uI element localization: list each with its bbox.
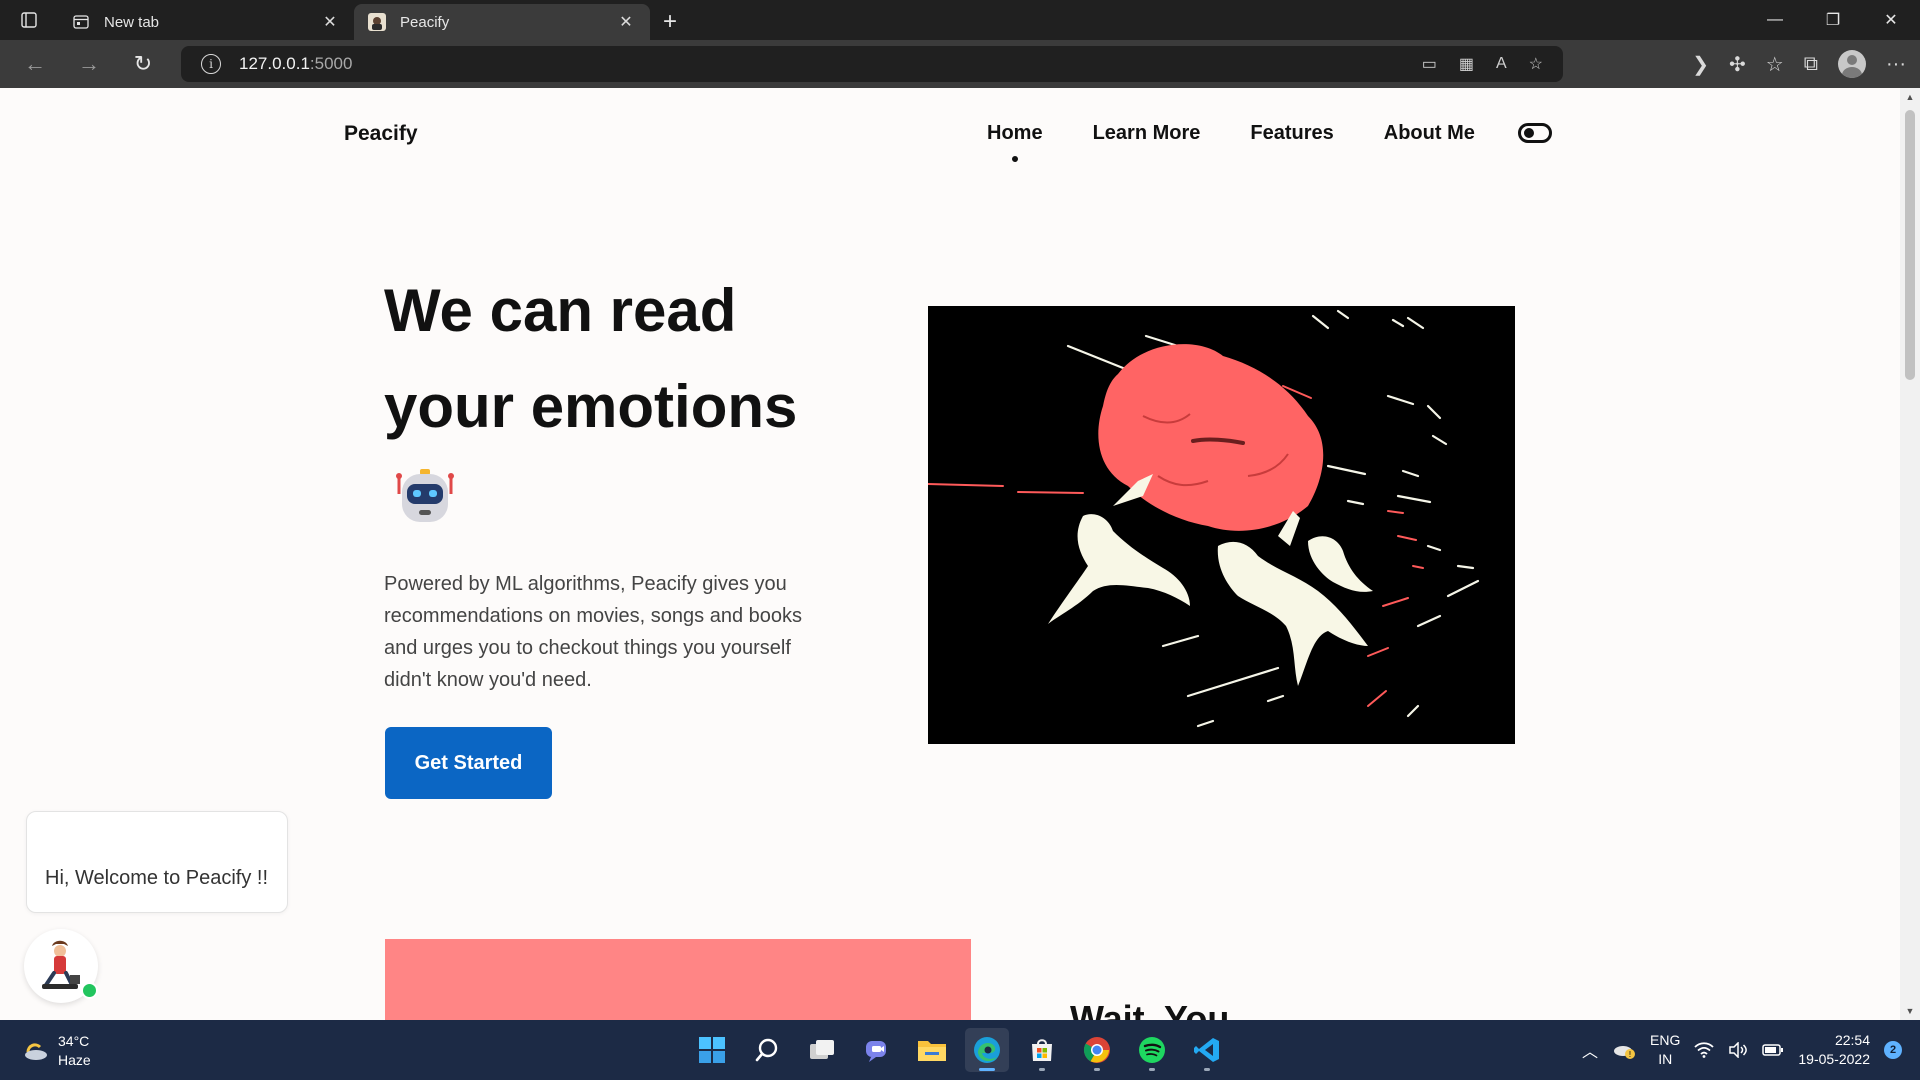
running-indicator: [1204, 1068, 1210, 1071]
window-controls: — ❐ ✕: [1746, 0, 1920, 40]
nav-home[interactable]: Home: [987, 122, 1043, 145]
wifi-icon[interactable]: [1694, 1042, 1715, 1058]
tab-title: New tab: [104, 13, 160, 31]
close-tab-icon[interactable]: ✕: [616, 12, 636, 32]
haze-weather-icon: [25, 1043, 47, 1060]
language-code: ENG: [1650, 1032, 1681, 1048]
more-options-icon[interactable]: ···: [1886, 53, 1906, 76]
chrome-icon[interactable]: [1075, 1028, 1119, 1072]
hero-title: We can read your emotions: [384, 277, 798, 440]
microsoft-store-icon[interactable]: [1020, 1028, 1064, 1072]
online-status-dot: [81, 982, 98, 999]
qr-code-icon[interactable]: ▦: [1459, 54, 1474, 74]
new-tab-button[interactable]: +: [650, 4, 690, 40]
browser-toolbar: ← → ↻ i 127.0.0.1:5000 ▭ ▦ A ☆ ❯ ✣ ☆ ⧉ ·…: [0, 40, 1920, 88]
scroll-up-icon[interactable]: ▲: [1900, 92, 1920, 102]
file-explorer-icon[interactable]: [910, 1028, 954, 1072]
weather-widget[interactable]: 34°C Haze: [22, 1032, 91, 1070]
show-hidden-icons-icon[interactable]: ︿: [1582, 1038, 1598, 1062]
get-started-button[interactable]: Get Started: [385, 727, 552, 799]
url-host: 127.0.0.1: [239, 54, 310, 73]
vertical-tabs-icon[interactable]: [0, 0, 58, 40]
feature-image-block: [385, 939, 971, 1020]
minimize-icon[interactable]: —: [1746, 0, 1804, 40]
page-scrollbar[interactable]: ▲ ▼: [1900, 88, 1920, 1020]
back-icon[interactable]: ←: [8, 44, 62, 84]
chat-welcome-text: Hi, Welcome to Peacify !!: [45, 867, 269, 889]
search-icon[interactable]: [745, 1028, 789, 1072]
teams-chat-icon[interactable]: [855, 1028, 899, 1072]
read-aloud-icon[interactable]: A: [1496, 55, 1507, 73]
scrollbar-thumb[interactable]: [1905, 110, 1915, 380]
vscode-icon[interactable]: [1185, 1028, 1229, 1072]
close-window-icon[interactable]: ✕: [1862, 0, 1920, 40]
active-indicator: [979, 1068, 995, 1071]
web-page: Peacify Home Learn More Features About M…: [0, 88, 1900, 1020]
onedrive-icon[interactable]: !: [1612, 1040, 1636, 1060]
start-icon[interactable]: [690, 1028, 734, 1072]
site-nav: Home Learn More Features About Me: [987, 122, 1525, 145]
add-favorite-icon[interactable]: ☆: [1529, 54, 1543, 74]
windows-taskbar: 34°C Haze ︿ ! ENG IN 22:54 19-05-2022 2: [0, 1020, 1920, 1080]
scroll-down-icon[interactable]: ▼: [1900, 1006, 1920, 1016]
clock[interactable]: 22:54 19-05-2022: [1798, 1031, 1870, 1069]
running-indicator: [1094, 1068, 1100, 1071]
app-available-icon[interactable]: ▭: [1422, 54, 1437, 74]
running-indicator: [1039, 1068, 1045, 1071]
nav-learn-more[interactable]: Learn More: [1093, 122, 1201, 145]
chevron-right-icon[interactable]: ❯: [1692, 52, 1709, 77]
nav-about-me[interactable]: About Me: [1384, 122, 1475, 145]
svg-text:!: !: [1628, 1050, 1631, 1059]
tab-bar: New tab ✕ Peacify ✕ + — ❐ ✕: [0, 0, 1920, 40]
robot-emoji-icon: [394, 466, 456, 528]
clock-date: 19-05-2022: [1798, 1051, 1870, 1067]
tab-new-tab[interactable]: New tab ✕: [58, 4, 354, 40]
taskbar-apps: [690, 1028, 1229, 1072]
restore-icon[interactable]: ❐: [1804, 0, 1862, 40]
hero-description: Powered by ML algorithms, Peacify gives …: [384, 573, 803, 691]
weather-condition: Haze: [58, 1052, 91, 1068]
refresh-icon[interactable]: ↻: [116, 44, 170, 84]
tab-peacify[interactable]: Peacify ✕: [354, 4, 650, 40]
tab-title: Peacify: [400, 13, 450, 31]
url-port: :5000: [309, 54, 353, 73]
battery-icon[interactable]: [1762, 1043, 1784, 1057]
nav-features[interactable]: Features: [1250, 122, 1333, 145]
task-view-icon[interactable]: [800, 1028, 844, 1072]
system-tray: ︿ ! ENG IN 22:54 19-05-2022 2: [1582, 1020, 1902, 1080]
toolbar-right: ❯ ✣ ☆ ⧉ ···: [1692, 40, 1906, 88]
peacify-favicon: [368, 13, 386, 31]
forward-icon[interactable]: →: [62, 44, 116, 84]
weather-temperature: 34°C: [58, 1033, 90, 1049]
extensions-icon[interactable]: ✣: [1729, 52, 1746, 77]
close-tab-icon[interactable]: ✕: [320, 12, 340, 32]
new-tab-icon: [72, 13, 90, 31]
collections-icon[interactable]: ⧉: [1804, 53, 1818, 76]
site-brand[interactable]: Peacify: [344, 122, 418, 146]
chat-welcome-bubble: Hi, Welcome to Peacify !!: [26, 811, 288, 913]
clock-time: 22:54: [1834, 1032, 1870, 1048]
spotify-icon[interactable]: [1130, 1028, 1174, 1072]
address-bar-actions: ▭ ▦ A ☆: [1422, 46, 1543, 82]
hero-illustration: [928, 306, 1515, 744]
running-indicator: [1149, 1068, 1155, 1071]
profile-avatar[interactable]: [1838, 50, 1867, 78]
language-indicator[interactable]: ENG IN: [1650, 1031, 1680, 1069]
theme-toggle[interactable]: [1518, 123, 1552, 143]
site-info-icon[interactable]: i: [201, 54, 221, 74]
section-heading: Wait, You: [1070, 998, 1230, 1020]
favorites-icon[interactable]: ☆: [1766, 52, 1784, 77]
edge-browser-icon[interactable]: [965, 1028, 1009, 1072]
volume-icon[interactable]: [1728, 1042, 1748, 1058]
language-region: IN: [1658, 1051, 1673, 1067]
address-bar[interactable]: i 127.0.0.1:5000 ▭ ▦ A ☆: [181, 46, 1563, 82]
notification-badge[interactable]: 2: [1884, 1041, 1902, 1059]
chatbot-avatar[interactable]: [24, 929, 98, 1003]
